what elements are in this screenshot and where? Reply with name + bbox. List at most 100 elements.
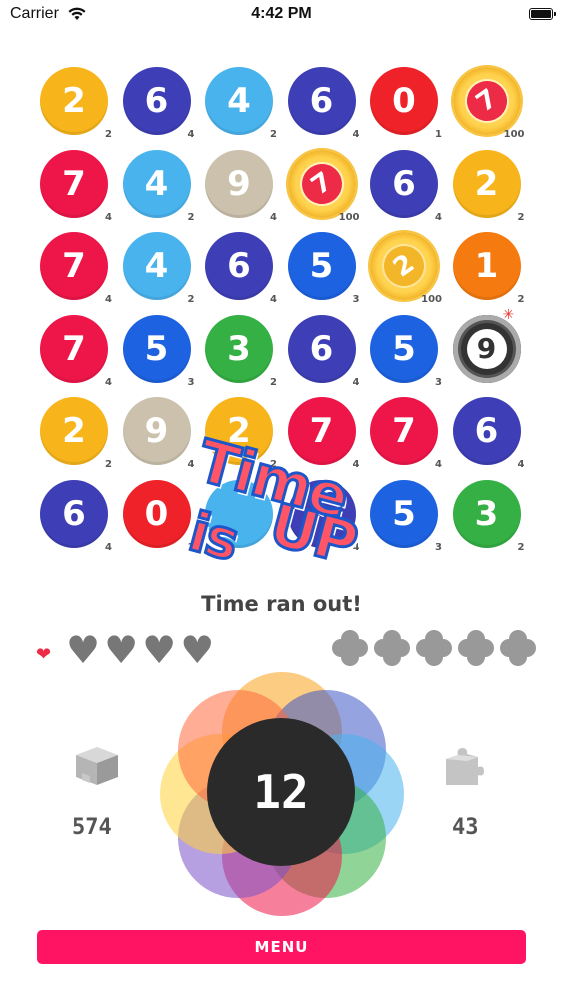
number-ball: 5 [370, 314, 438, 383]
ball-number: 4 [144, 246, 169, 286]
ball-points: 2 [187, 211, 195, 223]
ball-points: 4 [187, 459, 195, 470]
ball-number: 7 [309, 411, 334, 451]
board-cell[interactable]: 22 [40, 67, 112, 140]
number-ball [287, 479, 356, 548]
board-cell[interactable]: 7 100 [452, 67, 525, 140]
board-cell[interactable]: 32 [205, 314, 277, 388]
ball-points: 2 [187, 294, 195, 305]
ball-number: 2 [62, 411, 86, 451]
ball-points: 4 [187, 129, 195, 140]
board-cell[interactable]: 53 [370, 479, 442, 553]
ball-points: 4 [435, 211, 442, 223]
ball-points: 4 [105, 541, 112, 553]
ball-points: 4 [352, 541, 360, 553]
board-cell[interactable]: 64 [370, 149, 442, 223]
ball-points: 2 [517, 294, 525, 305]
menu-button[interactable]: MENU [37, 930, 526, 964]
board-cell[interactable]: 2 100 [370, 232, 442, 305]
board-cell[interactable]: 53 [287, 232, 360, 305]
number-ball: 7 [370, 397, 438, 465]
number-ball: 4 [205, 67, 273, 135]
number-ball: 2 [40, 67, 108, 135]
number-ball: 5 [287, 232, 356, 300]
ball-number: 4 [227, 81, 251, 121]
board-cell[interactable]: 74 [40, 232, 112, 305]
puzzle-count: 43 [452, 815, 479, 840]
ball-number: 7 [62, 246, 86, 286]
ball-number: 7 [392, 411, 416, 451]
board-cell[interactable]: 74 [370, 397, 442, 470]
number-ball: 6 [452, 397, 521, 465]
ball-number: 6 [144, 81, 169, 121]
coin-number: 7 [293, 155, 350, 212]
ball-number: 0 [144, 493, 169, 534]
board-cell[interactable]: 74 [40, 314, 112, 388]
heart-icon: ♥ [180, 628, 215, 672]
board-cell[interactable]: 94 [205, 149, 277, 223]
board-cell[interactable]: 64 [452, 397, 525, 470]
clover-icon [372, 628, 412, 668]
board-cell[interactable] [205, 479, 275, 550]
board-cell[interactable]: 32 [452, 479, 525, 553]
ball-number: 7 [62, 328, 86, 369]
board-cell[interactable]: 42 [122, 232, 195, 305]
ball-points: 2 [105, 459, 112, 470]
board-cell[interactable]: 7 100 [287, 149, 360, 223]
battery-icon [529, 8, 556, 20]
board-cell[interactable]: 9 ✳ [452, 307, 523, 385]
board-cell[interactable]: 22 [205, 397, 277, 470]
ball-points: 2 [517, 541, 525, 553]
board-cell[interactable]: 42 [122, 149, 195, 223]
clock: 4:42 PM [251, 5, 312, 22]
board-cell[interactable]: 53 [370, 314, 442, 388]
ball-number: 3 [474, 493, 499, 534]
ball-number: 5 [392, 328, 416, 369]
board-cell[interactable]: 22 [452, 149, 525, 223]
ball-number: 5 [144, 328, 169, 369]
coin-number: 2 [376, 238, 432, 294]
ball-points: 4 [352, 129, 360, 140]
number-ball: 7 [40, 314, 108, 383]
board-cell[interactable]: 94 [122, 397, 195, 470]
number-ball: 7 [287, 397, 356, 465]
ball-number: 5 [392, 493, 416, 534]
ball-points: 4 [105, 211, 112, 223]
puzzle-icon [440, 745, 486, 793]
board-cell[interactable]: 22 [40, 397, 112, 470]
board-cell[interactable]: 42 [205, 67, 277, 140]
board-cell[interactable]: 64 [287, 67, 360, 140]
ball-points: 1 [187, 541, 195, 553]
number-ball [205, 479, 273, 548]
board-cell[interactable]: 12 [452, 232, 525, 305]
ball-points: 4 [105, 294, 112, 305]
board-cell[interactable]: 64 [205, 232, 277, 305]
board-cell[interactable]: 4 [287, 479, 360, 553]
clover-icon [456, 628, 496, 668]
board-cell[interactable]: 01 [122, 479, 195, 553]
board-cell[interactable]: 74 [40, 149, 112, 223]
number-ball: 7 [40, 149, 108, 218]
fuse-spark-icon: ✳ [502, 306, 515, 323]
number-ball: 6 [122, 67, 191, 135]
number-ball: 4 [122, 149, 191, 218]
number-ball: 5 [122, 314, 191, 383]
number-ball: 9 [122, 397, 191, 465]
ball-points: 2 [517, 211, 525, 223]
clover-icon [330, 628, 370, 668]
board-cell[interactable]: 64 [287, 314, 360, 388]
number-ball: 6 [40, 479, 108, 548]
ball-points: 4 [105, 376, 112, 388]
board-cell[interactable]: 01 [370, 67, 442, 140]
board-cell[interactable]: 64 [122, 67, 195, 140]
ball-points: 2 [270, 376, 277, 388]
ball-number: 6 [392, 163, 416, 204]
board-cell[interactable]: 74 [287, 397, 360, 470]
number-ball: 6 [205, 232, 273, 300]
board-cell[interactable]: 53 [122, 314, 195, 388]
board-cell[interactable]: 64 [40, 479, 112, 553]
number-ball: 3 [452, 479, 521, 548]
bonus-coin: 2 [370, 232, 438, 300]
clover-icon [498, 628, 538, 668]
bomb-ball: 9 ✳ [452, 307, 521, 383]
